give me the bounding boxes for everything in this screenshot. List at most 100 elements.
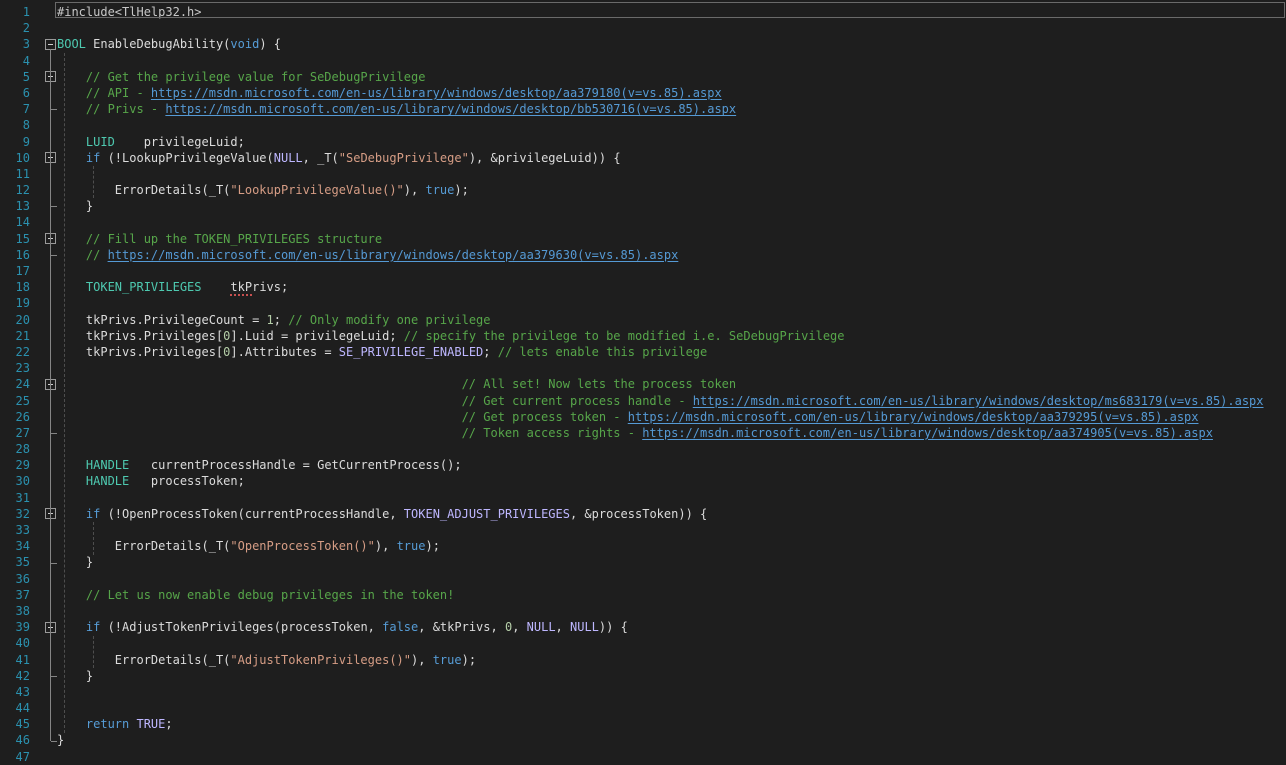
code-line[interactable]: 14 (0, 214, 1286, 230)
code-line[interactable]: 11 (0, 166, 1286, 182)
code-token: ), (411, 653, 433, 667)
fold-collapse-icon[interactable] (45, 233, 56, 244)
code-line[interactable]: 37 // Let us now enable debug privileges… (0, 587, 1286, 603)
line-number: 16 (0, 247, 30, 263)
fold-margin (30, 554, 57, 570)
code-line[interactable]: 45 return TRUE; (0, 716, 1286, 732)
code-line[interactable]: 42 } (0, 668, 1286, 684)
comment-link[interactable]: https://msdn.microsoft.com/en-us/library… (693, 394, 1264, 408)
code-token: currentProcessHandle = GetCurrentProcess… (129, 458, 461, 472)
code-line[interactable]: 6 // API - https://msdn.microsoft.com/en… (0, 85, 1286, 101)
fold-collapse-icon[interactable] (45, 71, 56, 82)
code-line[interactable]: 41 ErrorDetails(_T("AdjustTokenPrivilege… (0, 652, 1286, 668)
code-line[interactable]: 23 (0, 360, 1286, 376)
code-line[interactable]: 13 } (0, 198, 1286, 214)
fold-margin (30, 425, 57, 441)
code-token: "SeDebugPrivilege" (339, 151, 469, 165)
comment-link[interactable]: https://msdn.microsoft.com/en-us/library… (108, 248, 679, 262)
comment-link[interactable]: https://msdn.microsoft.com/en-us/library… (642, 426, 1213, 440)
comment-link[interactable]: https://msdn.microsoft.com/en-us/library… (165, 102, 736, 116)
code-line[interactable]: 25 // Get current process handle - https… (0, 393, 1286, 409)
line-number: 6 (0, 85, 30, 101)
code-line[interactable]: 21 tkPrivs.Privileges[0].Luid = privileg… (0, 328, 1286, 344)
code-line[interactable]: 20 tkPrivs.PrivilegeCount = 1; // Only m… (0, 312, 1286, 328)
code-line[interactable]: 5 // Get the privilege value for SeDebug… (0, 69, 1286, 85)
line-number: 39 (0, 619, 30, 635)
code-text: tkPrivs.Privileges[0].Luid = privilegeLu… (57, 328, 1286, 344)
fold-margin (30, 522, 57, 538)
code-line[interactable]: 1#include<TlHelp32.h> (0, 4, 1286, 20)
code-line[interactable]: 34 ErrorDetails(_T("OpenProcessToken()")… (0, 538, 1286, 554)
code-line[interactable]: 30 HANDLE processToken; (0, 473, 1286, 489)
code-line[interactable]: 17 (0, 263, 1286, 279)
code-line[interactable]: 28 (0, 441, 1286, 457)
code-text: // Fill up the TOKEN_PRIVILEGES structur… (57, 231, 1286, 247)
code-line[interactable]: 29 HANDLE currentProcessHandle = GetCurr… (0, 457, 1286, 473)
line-number: 11 (0, 166, 30, 182)
line-number: 3 (0, 36, 30, 52)
code-token: #include<TlHelp32.h> (57, 5, 202, 19)
code-line[interactable]: 7 // Privs - https://msdn.microsoft.com/… (0, 101, 1286, 117)
code-line[interactable]: 35 } (0, 554, 1286, 570)
code-text: HANDLE processToken; (57, 473, 1286, 489)
code-line[interactable]: 12 ErrorDetails(_T("LookupPrivilegeValue… (0, 182, 1286, 198)
fold-collapse-icon[interactable] (45, 622, 56, 633)
code-line[interactable]: 4 (0, 53, 1286, 69)
fold-margin (30, 214, 57, 230)
code-line[interactable]: 10 if (!LookupPrivilegeValue(NULL, _T("S… (0, 150, 1286, 166)
code-line[interactable]: 47 (0, 749, 1286, 765)
code-line[interactable]: 24 // All set! Now lets the process toke… (0, 376, 1286, 392)
code-line[interactable]: 18 TOKEN_PRIVILEGES tkPrivs; (0, 279, 1286, 295)
code-line[interactable]: 15 // Fill up the TOKEN_PRIVILEGES struc… (0, 231, 1286, 247)
code-line[interactable]: 38 (0, 603, 1286, 619)
code-line[interactable]: 9 LUID privilegeLuid; (0, 134, 1286, 150)
fold-margin (30, 360, 57, 376)
code-text: // Privs - https://msdn.microsoft.com/en… (57, 101, 1286, 117)
code-line[interactable]: 3BOOL EnableDebugAbility(void) { (0, 36, 1286, 52)
code-token: ErrorDetails(_T( (57, 539, 230, 553)
comment-link[interactable]: https://msdn.microsoft.com/en-us/library… (151, 86, 722, 100)
fold-collapse-icon[interactable] (45, 508, 56, 519)
comment-link[interactable]: https://msdn.microsoft.com/en-us/library… (628, 410, 1199, 424)
code-token: ; (274, 313, 288, 327)
line-number: 10 (0, 150, 30, 166)
code-line[interactable]: 31 (0, 490, 1286, 506)
code-line[interactable]: 32 if (!OpenProcessToken(currentProcessH… (0, 506, 1286, 522)
code-line[interactable]: 27 // Token access rights - https://msdn… (0, 425, 1286, 441)
code-token: // API - (57, 86, 151, 100)
line-number: 43 (0, 684, 30, 700)
code-editor[interactable]: 1#include<TlHelp32.h>23BOOL EnableDebugA… (0, 0, 1286, 765)
code-text: } (57, 668, 1286, 684)
code-line[interactable]: 16 // https://msdn.microsoft.com/en-us/l… (0, 247, 1286, 263)
code-line[interactable]: 2 (0, 20, 1286, 36)
fold-collapse-icon[interactable] (45, 379, 56, 390)
code-text: tkPrivs.Privileges[0].Attributes = SE_PR… (57, 344, 1286, 360)
code-token: LUID (57, 135, 115, 149)
code-line[interactable]: 44 (0, 700, 1286, 716)
fold-collapse-icon[interactable] (45, 152, 56, 163)
line-number: 2 (0, 20, 30, 36)
code-token: , &processToken)) { (570, 507, 707, 521)
code-token: ) { (259, 37, 281, 51)
code-token: EnableDebugAbility( (86, 37, 231, 51)
code-text: if (!LookupPrivilegeValue(NULL, _T("SeDe… (57, 150, 1286, 166)
code-line[interactable]: 26 // Get process token - https://msdn.m… (0, 409, 1286, 425)
fold-margin (30, 603, 57, 619)
line-number: 12 (0, 182, 30, 198)
code-line[interactable]: 36 (0, 571, 1286, 587)
line-number: 30 (0, 473, 30, 489)
code-line[interactable]: 40 (0, 635, 1286, 651)
code-line[interactable]: 43 (0, 684, 1286, 700)
code-text (57, 571, 1286, 587)
code-line[interactable]: 8 (0, 117, 1286, 133)
code-text: tkPrivs.PrivilegeCount = 1; // Only modi… (57, 312, 1286, 328)
code-line[interactable]: 39 if (!AdjustTokenPrivileges(processTok… (0, 619, 1286, 635)
fold-collapse-icon[interactable] (45, 39, 56, 50)
line-number: 7 (0, 101, 30, 117)
code-text: // All set! Now lets the process token (57, 376, 1286, 392)
code-token: // (57, 248, 108, 262)
code-line[interactable]: 19 (0, 295, 1286, 311)
code-line[interactable]: 46} (0, 732, 1286, 748)
code-line[interactable]: 22 tkPrivs.Privileges[0].Attributes = SE… (0, 344, 1286, 360)
code-line[interactable]: 33 (0, 522, 1286, 538)
